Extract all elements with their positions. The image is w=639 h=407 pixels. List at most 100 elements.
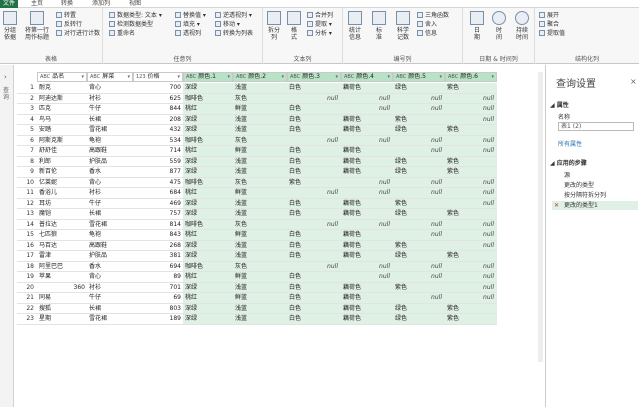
tab-file[interactable]: 文件 xyxy=(0,0,18,8)
table-cell[interactable]: 625 xyxy=(133,94,183,104)
trig-button[interactable]: 三角函数 xyxy=(417,12,449,20)
table-row[interactable]: 23 星期 雪花裙 189 深绿 浅蓝 白色 藕荷色 绿色 紫色 xyxy=(17,314,497,325)
table-cell[interactable]: 桃红 xyxy=(183,146,233,157)
table-row[interactable]: 2 阿迪达斯 衬衫 625 咖啡色 灰色 null null null null xyxy=(17,93,497,104)
table-cell[interactable]: null xyxy=(445,114,497,125)
expand-button[interactable]: 展开 xyxy=(539,12,559,20)
table-cell[interactable]: 绿色 xyxy=(393,251,445,262)
data-type-dropdown[interactable]: 数据类型: 文本 ▾ xyxy=(109,12,162,20)
statistics-button[interactable]: 统计 信息 xyxy=(345,11,365,41)
table-cell[interactable]: 香水 xyxy=(87,262,133,272)
table-cell[interactable]: 701 xyxy=(133,283,183,293)
table-cell[interactable]: 白色 xyxy=(287,282,341,293)
table-cell[interactable]: 鲜蓝 xyxy=(233,146,287,157)
table-cell[interactable]: 浅蓝 xyxy=(233,303,287,314)
table-cell[interactable]: 藕荷色 xyxy=(341,114,393,125)
table-cell[interactable]: 浅蓝 xyxy=(233,240,287,251)
filter-dropdown-icon[interactable]: ▾ xyxy=(81,73,84,81)
column-header[interactable]: ABC 颜色.4 ▾ xyxy=(341,72,393,82)
table-cell[interactable]: 衬衫 xyxy=(87,283,133,293)
table-cell[interactable]: 绿色 xyxy=(393,314,445,325)
table-cell[interactable]: null xyxy=(341,188,393,199)
table-cell[interactable]: 浅蓝 xyxy=(233,156,287,167)
table-cell[interactable]: null xyxy=(341,272,393,283)
table-cell[interactable]: null xyxy=(445,104,497,115)
filter-dropdown-icon[interactable]: ▾ xyxy=(439,73,442,81)
table-cell[interactable]: 藕荷色 xyxy=(341,83,393,94)
info-button[interactable]: 信息 xyxy=(417,30,437,38)
table-cell[interactable]: 381 xyxy=(133,251,183,262)
table-cell[interactable]: 紫色 xyxy=(445,209,497,220)
step-item[interactable]: 更改的类型 xyxy=(552,181,638,190)
table-row[interactable]: 10 亿莱妮 背心 475 咖啡色 灰色 紫色 null null null xyxy=(17,177,497,188)
convert-list-button[interactable]: 转换为列表 xyxy=(215,30,253,38)
table-cell[interactable]: 藕荷色 xyxy=(341,167,393,178)
table-cell[interactable]: 灰色 xyxy=(233,219,287,230)
table-cell[interactable]: 耐克 xyxy=(37,83,87,94)
extract-button[interactable]: 提取 ▾ xyxy=(307,21,332,29)
table-cell[interactable]: null xyxy=(393,272,445,283)
table-cell[interactable]: 桃红 xyxy=(183,230,233,241)
properties-header[interactable]: ◢ 属性 xyxy=(550,100,569,109)
table-cell[interactable]: 藕荷色 xyxy=(341,240,393,251)
table-cell[interactable]: 559 xyxy=(133,157,183,167)
table-cell[interactable]: 桃红 xyxy=(183,272,233,283)
table-cell[interactable]: null xyxy=(445,282,497,293)
move-button[interactable]: 移动 ▾ xyxy=(215,21,240,29)
column-type-icon[interactable]: ABC xyxy=(236,74,246,80)
step-item-selected[interactable]: ✕ 更改的类型1 xyxy=(552,201,638,210)
table-cell[interactable]: 咖啡色 xyxy=(183,261,233,272)
table-cell[interactable]: 咖啡色 xyxy=(183,219,233,230)
table-cell[interactable]: 藕荷色 xyxy=(341,198,393,209)
table-cell[interactable]: 绿色 xyxy=(393,83,445,94)
filter-dropdown-icon[interactable]: ▾ xyxy=(281,73,284,81)
table-cell[interactable]: 藕荷色 xyxy=(341,251,393,262)
table-cell[interactable]: 藕荷色 xyxy=(341,303,393,314)
table-cell[interactable]: 深绿 xyxy=(183,83,233,94)
table-row[interactable]: 7 舒舒佳 高跟鞋 714 桃红 鲜蓝 白色 藕荷色 null null xyxy=(17,146,497,157)
table-row[interactable]: 17 雷津 护肤品 381 深绿 浅蓝 白色 藕荷色 绿色 紫色 xyxy=(17,251,497,262)
filter-dropdown-icon[interactable]: ▾ xyxy=(335,73,338,81)
table-cell[interactable]: 紫色 xyxy=(445,303,497,314)
transpose-button[interactable]: 转置 xyxy=(56,12,76,20)
table-cell[interactable]: 牛仔 xyxy=(87,293,133,304)
column-type-icon[interactable]: ABC xyxy=(186,74,196,80)
table-cell[interactable]: null xyxy=(341,219,393,230)
table-cell[interactable]: 藕荷色 xyxy=(341,209,393,220)
table-cell[interactable]: 深绿 xyxy=(183,167,233,178)
table-cell[interactable]: 鸟马 xyxy=(37,115,87,125)
table-cell[interactable]: 鲜蓝 xyxy=(233,230,287,241)
column-header[interactable]: 123 价格 ▾ xyxy=(133,72,183,82)
table-cell[interactable]: null xyxy=(287,188,341,199)
table-row[interactable]: 1 耐克 背心 700 深绿 浅蓝 白色 藕荷色 绿色 紫色 xyxy=(17,83,497,94)
table-cell[interactable]: 鲜蓝 xyxy=(233,188,287,199)
table-cell[interactable]: 魔铠 xyxy=(37,209,87,220)
table-cell[interactable]: 深绿 xyxy=(183,198,233,209)
table-cell[interactable]: null xyxy=(445,293,497,304)
filter-dropdown-icon[interactable]: ▾ xyxy=(387,73,390,81)
table-cell[interactable]: 牛仔 xyxy=(87,104,133,115)
table-cell[interactable]: 紫色 xyxy=(393,114,445,125)
table-cell[interactable]: 七匹狼 xyxy=(37,230,87,241)
table-cell[interactable]: null xyxy=(445,219,497,230)
table-cell[interactable]: 紫色 xyxy=(445,125,497,136)
table-cell[interactable]: 189 xyxy=(133,314,183,325)
table-cell[interactable]: 深绿 xyxy=(183,156,233,167)
reverse-rows-button[interactable]: 反转行 xyxy=(56,21,82,29)
table-cell[interactable]: null xyxy=(445,188,497,199)
unpivot-button[interactable]: 逆透视列 ▾ xyxy=(215,12,252,20)
table-cell[interactable]: null xyxy=(393,146,445,157)
table-cell[interactable]: null xyxy=(287,135,341,146)
table-row[interactable]: 9 新百伦 香水 877 深绿 浅蓝 白色 藕荷色 绿色 紫色 xyxy=(17,167,497,178)
table-cell[interactable]: 利郎 xyxy=(37,157,87,167)
filter-dropdown-icon[interactable]: ▾ xyxy=(177,73,180,81)
table-cell[interactable]: 绿色 xyxy=(393,209,445,220)
tab-add-column[interactable]: 添加列 xyxy=(88,0,114,8)
table-cell[interactable]: 208 xyxy=(133,115,183,125)
table-cell[interactable]: 694 xyxy=(133,262,183,272)
table-cell[interactable]: 衬衫 xyxy=(87,188,133,199)
table-row[interactable]: 11 香浴儿 衬衫 684 桃红 鲜蓝 null null null null xyxy=(17,188,497,199)
table-cell[interactable]: 白色 xyxy=(287,251,341,262)
table-cell[interactable]: null xyxy=(445,272,497,283)
table-cell[interactable]: 藕荷色 xyxy=(341,314,393,325)
